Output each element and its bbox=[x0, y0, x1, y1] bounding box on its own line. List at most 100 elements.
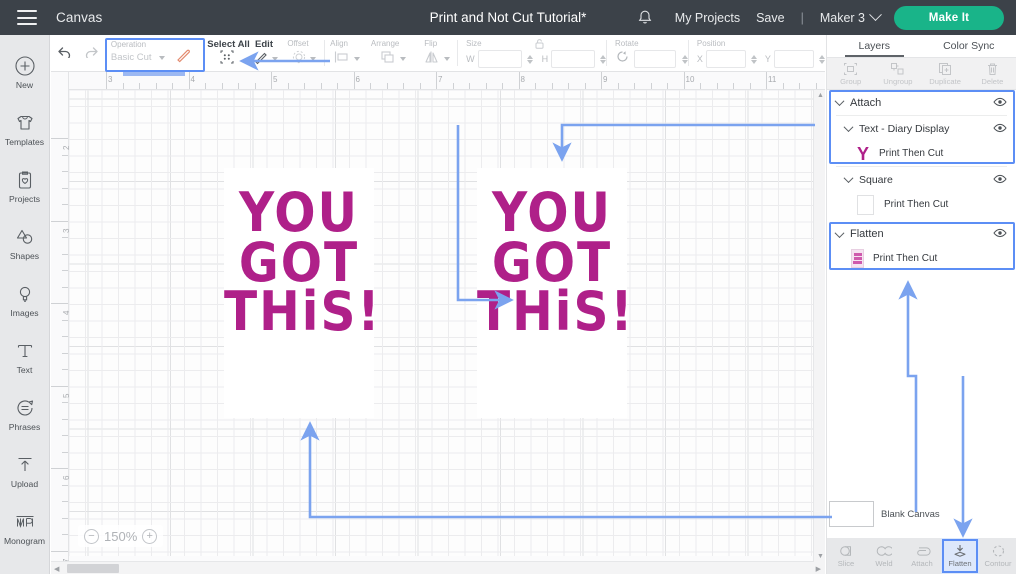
size-width-input[interactable] bbox=[477, 50, 522, 68]
rail-item-images[interactable]: Images bbox=[0, 272, 50, 329]
zoom-out-button[interactable]: − bbox=[84, 528, 99, 544]
layer-item-square-ptc[interactable]: Print Then Cut bbox=[827, 192, 1016, 217]
rotate-input[interactable] bbox=[633, 50, 676, 68]
ruler-tick-label: 3 bbox=[62, 228, 71, 233]
attach-button[interactable]: Attach bbox=[903, 538, 941, 574]
zoom-control[interactable]: − 150% + bbox=[78, 525, 164, 547]
notification-bell-icon[interactable] bbox=[637, 9, 653, 26]
eye-icon[interactable] bbox=[993, 225, 1007, 243]
horizontal-scrollbar[interactable]: ◀ ▶ bbox=[51, 561, 825, 574]
rail-item-templates[interactable]: Templates bbox=[0, 101, 50, 158]
tab-color-sync[interactable]: Color Sync bbox=[922, 35, 1016, 57]
eye-icon[interactable] bbox=[993, 120, 1007, 138]
rail-item-shapes[interactable]: Shapes bbox=[0, 215, 50, 272]
design-canvas[interactable]: YOU GOT THiS! YOU GOT THiS! 3 4 5 6 7 8 9 10 11 … bbox=[51, 72, 825, 574]
layer-square[interactable]: Square bbox=[827, 167, 1016, 192]
ruler-minor-tick bbox=[62, 171, 68, 172]
flip-button[interactable] bbox=[423, 48, 451, 70]
ungroup-button[interactable]: Ungroup bbox=[874, 58, 921, 89]
scroll-up-icon[interactable]: ▲ bbox=[817, 92, 824, 99]
vertical-scrollbar[interactable]: ▲ ▼ bbox=[813, 90, 825, 562]
artboard-left[interactable]: YOU GOT THiS! bbox=[224, 168, 380, 418]
layer-group-attach[interactable]: Attach bbox=[827, 90, 1016, 115]
align-button[interactable] bbox=[333, 48, 361, 70]
canvas-label[interactable]: Canvas bbox=[56, 10, 102, 25]
position-x-label: X bbox=[696, 54, 703, 64]
chevron-down-icon[interactable] bbox=[843, 173, 854, 184]
blank-canvas-swatch[interactable] bbox=[829, 501, 874, 527]
select-all-button[interactable] bbox=[219, 48, 235, 70]
position-x-input[interactable] bbox=[705, 50, 746, 68]
flip-icon bbox=[423, 50, 441, 69]
edit-toolbar: Operation Basic Cut Select All Edit Offs… bbox=[51, 35, 825, 72]
position-y-stepper[interactable] bbox=[818, 54, 825, 64]
position-y-input[interactable] bbox=[773, 50, 814, 68]
save-button[interactable]: Save bbox=[756, 11, 785, 25]
chevron-down-icon[interactable] bbox=[834, 96, 845, 107]
layer-text-diary-display[interactable]: Text - Diary Display bbox=[827, 116, 1016, 141]
redo-button[interactable] bbox=[83, 44, 101, 63]
ruler-minor-tick bbox=[155, 83, 157, 89]
ruler-tick-label: 8 bbox=[520, 75, 525, 84]
tab-layers[interactable]: Layers bbox=[827, 35, 922, 57]
text-t-icon bbox=[14, 340, 36, 362]
artboard-right[interactable]: YOU GOT THiS! bbox=[477, 168, 633, 418]
make-it-button[interactable]: Make It bbox=[894, 5, 1004, 30]
rotate-icon[interactable] bbox=[615, 49, 630, 69]
weld-button[interactable]: Weld bbox=[865, 538, 903, 574]
chevron-down-icon bbox=[444, 57, 451, 61]
edit-button[interactable] bbox=[253, 48, 279, 70]
arrange-button[interactable] bbox=[379, 48, 406, 70]
ruler-major-tick bbox=[766, 72, 767, 89]
duplicate-button[interactable]: Duplicate bbox=[922, 58, 969, 89]
ruler-minor-tick bbox=[172, 83, 173, 89]
rail-item-monogram[interactable]: Monogram bbox=[0, 500, 50, 557]
ruler-minor-tick bbox=[62, 501, 68, 502]
flatten-button[interactable]: Flatten bbox=[941, 538, 979, 574]
eye-icon[interactable] bbox=[993, 94, 1007, 112]
ruler-minor-tick bbox=[62, 154, 68, 156]
rail-item-phrases[interactable]: Phrases bbox=[0, 386, 50, 443]
rail-item-new[interactable]: New bbox=[0, 44, 50, 101]
size-height-stepper[interactable] bbox=[600, 54, 607, 64]
scrollbar-thumb[interactable] bbox=[67, 564, 119, 573]
delete-button[interactable]: Delete bbox=[969, 58, 1016, 89]
contour-button[interactable]: Contour bbox=[979, 538, 1016, 574]
layer-group-flatten[interactable]: Flatten bbox=[827, 222, 1016, 246]
position-x-stepper[interactable] bbox=[750, 54, 757, 64]
artboard-right-text: YOU GOT THiS! bbox=[477, 186, 633, 339]
chevron-down-icon[interactable] bbox=[834, 227, 845, 238]
pen-icon[interactable] bbox=[175, 47, 191, 68]
zoom-in-button[interactable]: + bbox=[142, 528, 158, 544]
lock-icon[interactable] bbox=[534, 37, 545, 55]
layer-item-flatten-ptc[interactable]: Print Then Cut bbox=[827, 246, 1016, 270]
size-width-stepper[interactable] bbox=[526, 54, 533, 64]
blank-canvas-row[interactable]: Blank Canvas bbox=[829, 501, 940, 527]
scroll-left-icon[interactable]: ◀ bbox=[54, 565, 59, 573]
operation-dropdown[interactable]: Operation Basic Cut bbox=[104, 38, 205, 72]
machine-selector[interactable]: Maker 3 bbox=[820, 8, 882, 25]
size-width-label: W bbox=[466, 54, 475, 64]
chevron-down-icon bbox=[354, 57, 361, 61]
offset-button[interactable] bbox=[291, 48, 317, 70]
ruler-major-tick bbox=[188, 72, 190, 89]
ruler-minor-tick bbox=[650, 83, 652, 89]
rail-item-text[interactable]: Text bbox=[0, 329, 50, 386]
scroll-down-icon[interactable]: ▼ bbox=[817, 553, 824, 560]
rail-item-upload[interactable]: Upload bbox=[0, 443, 50, 500]
rotate-stepper[interactable] bbox=[681, 54, 688, 64]
rail-item-projects[interactable]: Projects bbox=[0, 158, 50, 215]
hamburger-menu-icon[interactable] bbox=[17, 10, 37, 25]
offset-icon bbox=[291, 49, 307, 70]
ruler-minor-tick bbox=[205, 83, 206, 89]
size-height-input[interactable] bbox=[551, 50, 596, 68]
ruler-minor-tick bbox=[370, 83, 371, 89]
undo-button[interactable] bbox=[55, 44, 73, 63]
my-projects-link[interactable]: My Projects bbox=[675, 11, 740, 25]
chevron-down-icon[interactable] bbox=[843, 122, 854, 133]
layer-item-text-ptc[interactable]: Y Print Then Cut bbox=[827, 141, 1016, 166]
slice-button[interactable]: Slice bbox=[827, 538, 865, 574]
group-button[interactable]: Group bbox=[827, 58, 874, 89]
eye-icon[interactable] bbox=[993, 171, 1007, 189]
scroll-right-icon[interactable]: ▶ bbox=[816, 565, 821, 573]
